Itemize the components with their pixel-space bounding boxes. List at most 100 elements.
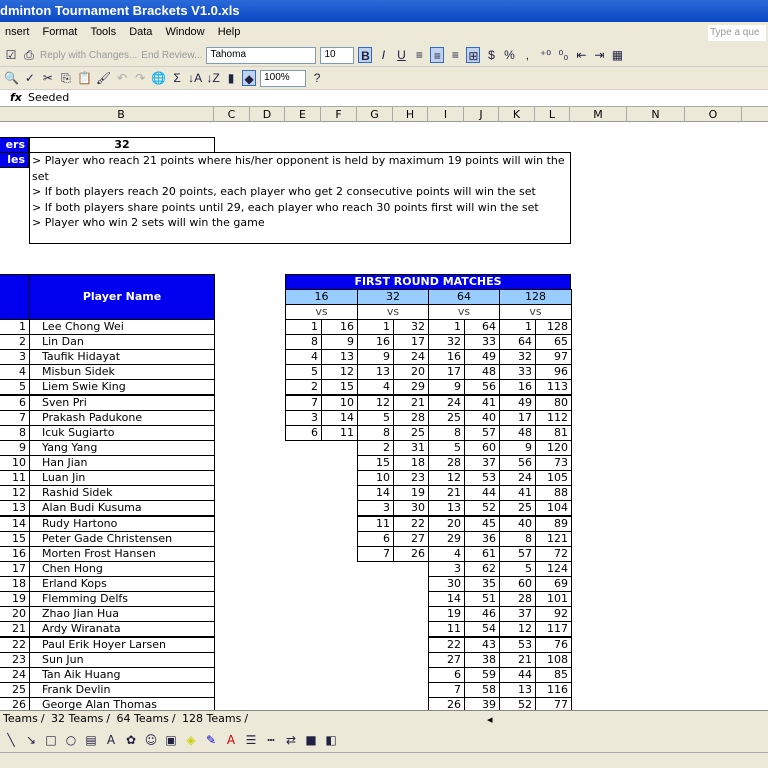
dash-style-icon[interactable]: ┅ xyxy=(264,732,278,748)
match-seed-b[interactable]: 38 xyxy=(464,651,500,668)
match-seed-b[interactable]: 41 xyxy=(464,394,500,411)
match-seed-b[interactable]: 28 xyxy=(393,409,429,426)
italic-icon[interactable]: I xyxy=(376,47,390,63)
match-seed-b[interactable]: 108 xyxy=(535,651,572,668)
match-seed-a[interactable]: 5 xyxy=(499,560,536,577)
seed-number[interactable]: 16 xyxy=(0,545,30,562)
match-seed-b[interactable]: 20 xyxy=(393,364,429,381)
percent-icon[interactable]: % xyxy=(502,47,516,63)
sheet-tab[interactable]: 64 Teams xyxy=(114,711,172,726)
match-seed-b[interactable]: 53 xyxy=(464,470,500,487)
match-seed-b[interactable]: 97 xyxy=(535,349,572,366)
player-name-cell[interactable]: Paul Erik Hoyer Larsen xyxy=(29,636,215,653)
end-review-button[interactable]: End Review... xyxy=(141,50,202,61)
match-seed-b[interactable]: 36 xyxy=(464,530,500,547)
player-name-cell[interactable]: Chen Hong xyxy=(29,560,215,577)
match-seed-a[interactable]: 16 xyxy=(499,379,536,396)
match-seed-a[interactable]: 53 xyxy=(499,636,536,653)
match-seed-b[interactable]: 61 xyxy=(464,545,500,562)
match-seed-a[interactable]: 41 xyxy=(499,485,536,502)
column-header[interactable]: N xyxy=(627,107,685,122)
3d-icon[interactable]: ◧ xyxy=(324,732,338,748)
match-seed-a[interactable]: 5 xyxy=(285,364,322,381)
player-name-cell[interactable]: Taufik Hidayat xyxy=(29,349,215,366)
match-seed-b[interactable]: 124 xyxy=(535,560,572,577)
match-seed-b[interactable]: 14 xyxy=(321,409,358,426)
wordart-icon[interactable]: A xyxy=(104,732,118,748)
match-seed-a[interactable]: 12 xyxy=(499,621,536,638)
match-seed-b[interactable]: 101 xyxy=(535,591,572,608)
seed-number[interactable]: 10 xyxy=(0,455,30,472)
seed-number[interactable]: 25 xyxy=(0,681,30,698)
match-seed-a[interactable]: 8 xyxy=(285,334,322,351)
seed-number[interactable]: 12 xyxy=(0,485,30,502)
match-seed-b[interactable]: 69 xyxy=(535,576,572,593)
seed-number[interactable]: 13 xyxy=(0,500,30,517)
match-seed-b[interactable]: 85 xyxy=(535,666,572,683)
match-seed-b[interactable]: 96 xyxy=(535,364,572,381)
player-name-cell[interactable]: Lin Dan xyxy=(29,334,215,351)
font-size-select[interactable]: 10 xyxy=(320,46,355,64)
oval-icon[interactable]: ○ xyxy=(64,732,78,748)
undo-icon[interactable]: ↶ xyxy=(115,70,129,86)
match-seed-b[interactable]: 116 xyxy=(535,681,572,698)
match-seed-a[interactable]: 25 xyxy=(499,500,536,517)
player-name-cell[interactable]: Misbun Sidek xyxy=(29,364,215,381)
sheet-tab[interactable]: 128 Teams xyxy=(179,711,244,726)
match-seed-b[interactable]: 92 xyxy=(535,606,572,623)
player-name-cell[interactable]: Icuk Sugiarto xyxy=(29,424,215,441)
match-seed-b[interactable]: 60 xyxy=(464,439,500,456)
column-header[interactable]: J xyxy=(464,107,499,122)
match-seed-a[interactable]: 10 xyxy=(357,470,394,487)
match-seed-a[interactable]: 17 xyxy=(499,409,536,426)
match-seed-a[interactable]: 32 xyxy=(428,334,465,351)
seed-number[interactable]: 20 xyxy=(0,606,30,623)
match-seed-b[interactable]: 76 xyxy=(535,636,572,653)
player-name-cell[interactable]: Ardy Wiranata xyxy=(29,621,215,638)
match-seed-b[interactable]: 13 xyxy=(321,349,358,366)
player-name-cell[interactable]: Liem Swie King xyxy=(29,379,215,396)
player-name-cell[interactable]: Zhao Jian Hua xyxy=(29,606,215,623)
match-seed-b[interactable]: 19 xyxy=(393,485,429,502)
match-seed-a[interactable]: 14 xyxy=(428,591,465,608)
match-seed-b[interactable]: 16 xyxy=(321,319,358,335)
borders-icon[interactable]: ▦ xyxy=(610,47,624,63)
seed-number[interactable]: 24 xyxy=(0,666,30,683)
player-name-cell[interactable]: Sun Jun xyxy=(29,651,215,668)
match-seed-b[interactable]: 35 xyxy=(464,576,500,593)
match-seed-a[interactable]: 49 xyxy=(499,394,536,411)
font-color-icon[interactable]: A xyxy=(224,732,238,748)
help-search-input[interactable]: Type a que xyxy=(708,25,766,41)
match-seed-a[interactable]: 24 xyxy=(499,470,536,487)
match-seed-a[interactable]: 15 xyxy=(357,455,394,472)
outdent-icon[interactable]: ⇥ xyxy=(592,47,606,63)
match-seed-a[interactable]: 7 xyxy=(428,681,465,698)
match-seed-b[interactable]: 80 xyxy=(535,394,572,411)
match-seed-b[interactable]: 56 xyxy=(464,379,500,396)
match-seed-b[interactable]: 51 xyxy=(464,591,500,608)
match-seed-b[interactable]: 117 xyxy=(535,621,572,638)
match-seed-b[interactable]: 21 xyxy=(393,394,429,411)
seed-number[interactable]: 17 xyxy=(0,560,30,577)
column-header[interactable]: C xyxy=(214,107,250,122)
match-seed-b[interactable]: 45 xyxy=(464,515,500,532)
reply-with-changes-button[interactable]: Reply with Changes... xyxy=(40,50,137,61)
autosum-icon[interactable]: Σ xyxy=(170,70,184,86)
match-seed-b[interactable]: 11 xyxy=(321,424,358,441)
match-seed-a[interactable]: 14 xyxy=(357,485,394,502)
match-seed-b[interactable]: 89 xyxy=(535,515,572,532)
column-header[interactable]: O xyxy=(685,107,742,122)
match-seed-b[interactable]: 12 xyxy=(321,364,358,381)
column-header[interactable]: M xyxy=(570,107,627,122)
match-seed-b[interactable]: 65 xyxy=(535,334,572,351)
match-seed-b[interactable]: 58 xyxy=(464,681,500,698)
match-seed-b[interactable]: 88 xyxy=(535,485,572,502)
match-seed-a[interactable]: 56 xyxy=(499,455,536,472)
seed-number[interactable]: 3 xyxy=(0,349,30,366)
indent-icon[interactable]: ⇤ xyxy=(574,47,588,63)
picture-icon[interactable]: ▣ xyxy=(164,732,178,748)
player-name-cell[interactable]: Prakash Padukone xyxy=(29,409,215,426)
match-seed-b[interactable]: 121 xyxy=(535,530,572,547)
line-icon[interactable]: ╲ xyxy=(4,732,18,748)
player-name-cell[interactable]: Sven Pri xyxy=(29,394,215,411)
